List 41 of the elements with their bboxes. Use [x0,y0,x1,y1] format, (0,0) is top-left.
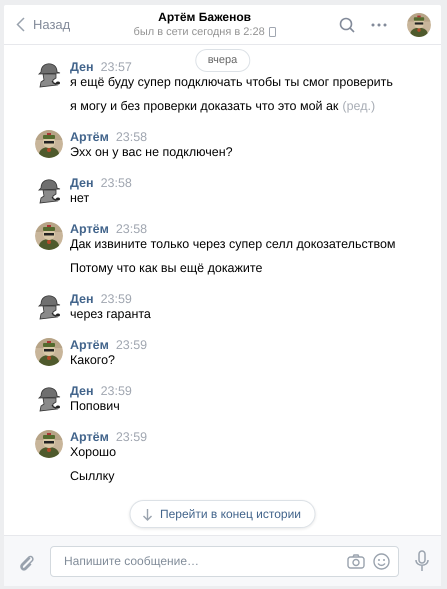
message-text: я могу и без проверки доказать что это мой ак [70,99,338,114]
message-time: 23:59 [100,292,132,307]
date-label: вчера [194,49,250,72]
author-name[interactable]: Ден [70,176,94,191]
author-name[interactable]: Артём [70,222,109,237]
message-text: Хорошо [70,445,116,460]
back-icon [16,17,25,32]
message-text: Попович [70,399,120,414]
camera-icon[interactable] [347,554,365,568]
message-text: Эхх он у вас не подключен? [70,145,233,160]
message-time: 23:59 [116,338,148,353]
message-text: через гаранта [70,307,151,322]
back-button[interactable]: Назад [16,14,70,34]
message-text: нет [70,191,90,206]
edited-label: (ред.) [342,99,376,114]
message-text: Сыллку [70,469,114,484]
smiley-icon[interactable] [373,552,390,570]
author-name[interactable]: Артём [70,338,109,353]
author-name[interactable]: Ден [70,60,94,75]
contact-name: Артём Баженов [157,10,252,25]
author-name[interactable]: Артём [70,430,109,445]
message-time: 23:58 [100,176,132,191]
last-seen-status: был в сети сегодня в 2:28 [134,25,265,39]
author-name[interactable]: Артём [70,130,109,145]
more-icon[interactable] [371,22,387,26]
jump-to-end-button[interactable]: Перейти в конец истории [129,500,316,528]
down-arrow-icon [142,508,152,520]
search-icon[interactable] [339,16,355,32]
message-time: 23:59 [100,384,132,399]
message-text: Потому что как вы ещё докажите [70,261,262,276]
microphone-icon[interactable] [415,550,429,572]
message-time: 23:58 [116,130,148,145]
message-time: 23:57 [100,60,132,75]
author-name[interactable]: Ден [70,384,94,399]
author-name[interactable]: Ден [70,292,94,307]
message-text: Какого? [70,353,115,368]
message-time: 23:59 [116,430,148,445]
message-time: 23:58 [116,222,148,237]
message-text: Дак извините только через супер селл докозательством [70,237,396,252]
message-text: я ещё буду супер подключать чтобы ты смог проверить [70,75,393,90]
input-box[interactable]: Напишите сообщение… [50,546,399,576]
